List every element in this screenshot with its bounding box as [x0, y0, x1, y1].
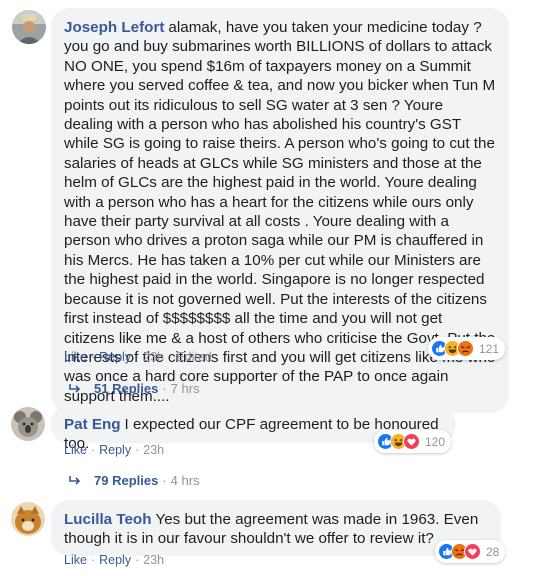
reaction-count: 121	[479, 341, 500, 356]
replies-time: 4 hrs	[170, 473, 200, 488]
like-link[interactable]: Like	[64, 443, 87, 457]
reactions-summary[interactable]: 121	[428, 337, 506, 360]
replies-time: 7 hrs	[170, 381, 200, 396]
angry-icon	[457, 340, 474, 357]
reply-arrow-icon	[69, 383, 81, 393]
comment-author[interactable]: Pat Eng	[64, 416, 121, 433]
separator: ·	[162, 473, 167, 488]
comment-time[interactable]: 23h	[143, 443, 164, 457]
view-replies[interactable]: 51 Replies · 7 hrs	[68, 381, 200, 396]
separator: ·	[168, 350, 173, 364]
replies-link[interactable]: 79 Replies	[94, 473, 158, 488]
comment-time[interactable]: 23h	[143, 553, 164, 567]
separator: ·	[135, 553, 140, 567]
reply-link[interactable]: Reply	[99, 350, 131, 364]
separator: ·	[135, 350, 140, 364]
avatar[interactable]	[12, 10, 46, 44]
separator: ·	[162, 381, 167, 396]
like-link[interactable]: Like	[64, 350, 87, 364]
separator: ·	[90, 350, 96, 364]
comment-actions: Like · Reply · 23h	[64, 443, 164, 457]
edited-label[interactable]: Edited	[176, 350, 211, 364]
reply-arrow-icon	[69, 475, 81, 485]
separator: ·	[90, 443, 96, 457]
love-icon	[403, 433, 420, 450]
reactions-summary[interactable]: 120	[374, 430, 452, 453]
comment-actions: Like · Reply · 23h	[64, 553, 164, 567]
separator: ·	[135, 443, 140, 457]
like-link[interactable]: Like	[64, 553, 87, 567]
comment-author[interactable]: Lucilla Teoh	[64, 511, 151, 528]
avatar[interactable]	[11, 502, 45, 536]
love-icon	[464, 543, 481, 560]
reaction-count: 28	[486, 544, 500, 559]
reactions-summary[interactable]: 28	[435, 540, 506, 563]
avatar[interactable]	[11, 407, 45, 441]
reply-link[interactable]: Reply	[99, 553, 131, 567]
comment-bubble: Lucilla Teoh Yes but the agreement was ma…	[51, 500, 501, 556]
comment-actions: Like · Reply · 23h · Edited	[64, 350, 212, 364]
comment-time[interactable]: 23h	[143, 350, 164, 364]
replies-link[interactable]: 51 Replies	[94, 381, 158, 396]
view-replies[interactable]: 79 Replies · 4 hrs	[68, 473, 200, 488]
separator: ·	[90, 553, 96, 567]
reaction-count: 120	[425, 434, 446, 449]
comment-author[interactable]: Joseph Lefort	[64, 19, 164, 36]
reply-link[interactable]: Reply	[99, 443, 131, 457]
